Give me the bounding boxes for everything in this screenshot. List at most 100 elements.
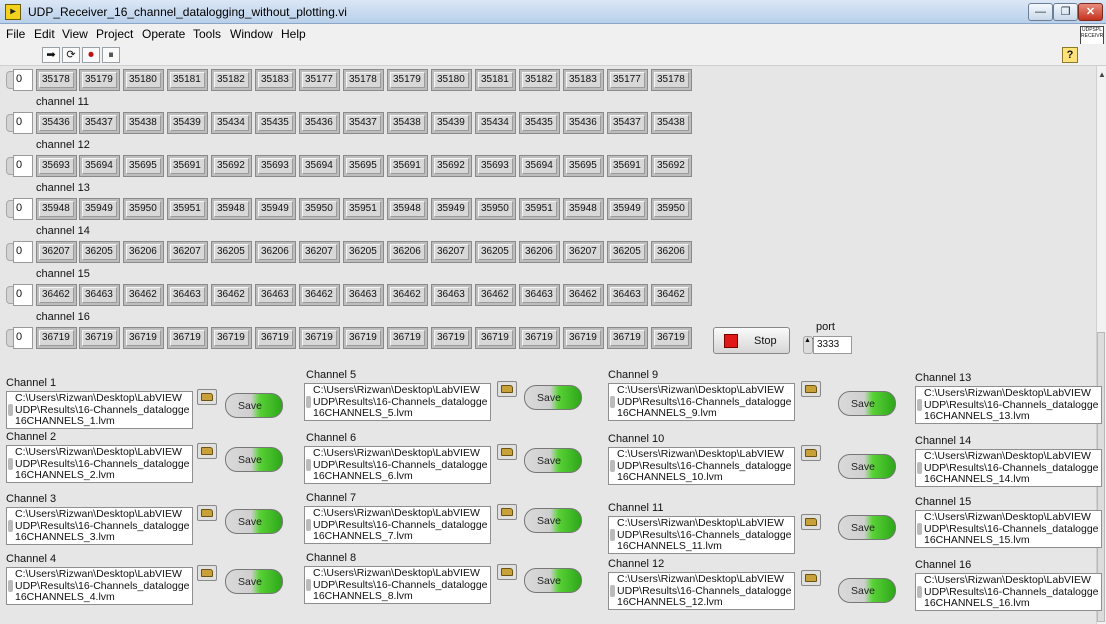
path-scroll-handle[interactable] [306, 579, 311, 591]
menu-edit[interactable]: Edit [34, 27, 55, 41]
file-path-input[interactable]: C:\Users\Rizwan\Desktop\LabVIEW UDP\Resul… [6, 567, 193, 605]
path-scroll-handle[interactable] [610, 529, 615, 541]
path-scroll-handle[interactable] [8, 404, 13, 416]
save-button[interactable]: Save [225, 569, 283, 594]
menu-window[interactable]: Window [230, 27, 273, 41]
browse-folder-button[interactable] [801, 445, 821, 461]
close-button[interactable]: ✕ [1078, 3, 1103, 21]
browse-folder-button[interactable] [801, 570, 821, 586]
file-path-label: Channel 12 [608, 558, 665, 570]
path-scroll-handle[interactable] [610, 396, 615, 408]
path-scroll-handle[interactable] [8, 580, 13, 592]
run-arrow-icon[interactable]: ➡ [42, 47, 60, 63]
array-element-value: 35183 [566, 72, 601, 88]
array-element-value: 36206 [522, 244, 557, 260]
array-index-input[interactable]: 0 [13, 327, 33, 349]
browse-folder-button[interactable] [197, 505, 217, 521]
file-path-input[interactable]: C:\Users\Rizwan\Desktop\LabVIEW UDP\Resul… [6, 507, 193, 545]
file-path-input[interactable]: C:\Users\Rizwan\Desktop\LabVIEW UDP\Resul… [304, 446, 491, 484]
save-button[interactable]: Save [524, 385, 582, 410]
array-element: 35951 [167, 198, 208, 220]
save-button[interactable]: Save [838, 391, 896, 416]
menu-help[interactable]: Help [281, 27, 306, 41]
path-scroll-handle[interactable] [917, 462, 922, 474]
menu-view[interactable]: View [62, 27, 88, 41]
port-increment-icon[interactable]: ▲▼ [803, 336, 818, 354]
browse-folder-button[interactable] [497, 381, 517, 397]
path-scroll-handle[interactable] [917, 399, 922, 411]
file-path-text: C:\Users\Rizwan\Desktop\LabVIEW [617, 574, 784, 585]
browse-folder-button[interactable] [801, 514, 821, 530]
menu-operate[interactable]: Operate [142, 27, 185, 41]
save-button-label: Save [238, 576, 262, 588]
save-button[interactable]: Save [524, 508, 582, 533]
menu-file[interactable]: File [6, 27, 25, 41]
file-path-input[interactable]: C:\Users\Rizwan\Desktop\LabVIEW UDP\Resul… [304, 383, 491, 421]
path-scroll-handle[interactable] [306, 519, 311, 531]
path-scroll-handle[interactable] [306, 459, 311, 471]
browse-folder-button[interactable] [497, 564, 517, 580]
file-path-input[interactable]: C:\Users\Rizwan\Desktop\LabVIEW UDP\Resul… [608, 516, 795, 554]
save-button[interactable]: Save [838, 515, 896, 540]
path-scroll-handle[interactable] [8, 520, 13, 532]
array-index-input[interactable]: 0 [13, 155, 33, 177]
array-element-value: 35178 [654, 72, 689, 88]
array-index-input[interactable]: 0 [13, 112, 33, 134]
array-index-input[interactable]: 0 [13, 198, 33, 220]
file-path-input[interactable]: C:\Users\Rizwan\Desktop\LabVIEW UDP\Resul… [915, 449, 1102, 487]
path-scroll-handle[interactable] [610, 460, 615, 472]
array-index-input[interactable]: 0 [13, 241, 33, 263]
path-scroll-handle[interactable] [917, 523, 922, 535]
file-path-input[interactable]: C:\Users\Rizwan\Desktop\LabVIEW UDP\Resul… [608, 572, 795, 610]
browse-folder-button[interactable] [497, 444, 517, 460]
array-element: 35693 [36, 155, 77, 177]
array-element: 35950 [123, 198, 164, 220]
path-scroll-handle[interactable] [917, 586, 922, 598]
stop-button[interactable]: Stop [713, 327, 790, 354]
browse-folder-button[interactable] [197, 389, 217, 405]
file-path-label: Channel 11 [608, 502, 664, 514]
browse-folder-button[interactable] [801, 381, 821, 397]
save-button[interactable]: Save [524, 568, 582, 593]
file-path-input[interactable]: C:\Users\Rizwan\Desktop\LabVIEW UDP\Resul… [608, 383, 795, 421]
array-element-value: 36719 [522, 330, 557, 346]
path-scroll-handle[interactable] [306, 396, 311, 408]
maximize-button[interactable]: ❐ [1053, 3, 1078, 21]
array-element: 36462 [475, 284, 516, 306]
context-help-icon[interactable]: ? [1062, 47, 1078, 63]
save-button[interactable]: Save [524, 448, 582, 473]
save-button[interactable]: Save [225, 509, 283, 534]
file-path-input[interactable]: C:\Users\Rizwan\Desktop\LabVIEW UDP\Resul… [304, 566, 491, 604]
file-path-input[interactable]: C:\Users\Rizwan\Desktop\LabVIEW UDP\Resul… [608, 447, 795, 485]
array-index-input[interactable]: 0 [13, 69, 33, 91]
file-path-input[interactable]: C:\Users\Rizwan\Desktop\LabVIEW UDP\Resul… [6, 391, 193, 429]
file-path-text: 16CHANNELS_12.lvm [617, 597, 723, 608]
save-button[interactable]: Save [225, 393, 283, 418]
file-path-input[interactable]: C:\Users\Rizwan\Desktop\LabVIEW UDP\Resul… [915, 386, 1102, 424]
array-element: 36719 [36, 327, 77, 349]
file-path-input[interactable]: C:\Users\Rizwan\Desktop\LabVIEW UDP\Resul… [915, 573, 1102, 611]
browse-folder-button[interactable] [197, 443, 217, 459]
menu-project[interactable]: Project [96, 27, 133, 41]
path-scroll-handle[interactable] [8, 458, 13, 470]
browse-folder-button[interactable] [497, 504, 517, 520]
file-path-text: UDP\Results\16-Channels_datalogged\ [15, 520, 189, 532]
folder-icon [501, 568, 513, 576]
file-path-input[interactable]: C:\Users\Rizwan\Desktop\LabVIEW UDP\Resul… [6, 445, 193, 483]
run-continuously-icon[interactable]: ⟳ [62, 47, 80, 63]
save-button[interactable]: Save [225, 447, 283, 472]
menu-tools[interactable]: Tools [193, 27, 221, 41]
pause-icon[interactable]: ⏸ [102, 47, 120, 63]
abort-execution-icon[interactable]: ⏺ [82, 47, 100, 63]
array-element: 35948 [211, 198, 252, 220]
array-index-input[interactable]: 0 [13, 284, 33, 306]
browse-folder-button[interactable] [197, 565, 217, 581]
file-path-input[interactable]: C:\Users\Rizwan\Desktop\LabVIEW UDP\Resul… [915, 510, 1102, 548]
port-input[interactable]: 3333 [813, 336, 852, 354]
path-scroll-handle[interactable] [610, 585, 615, 597]
minimize-button[interactable]: — [1028, 3, 1053, 21]
save-button[interactable]: Save [838, 578, 896, 603]
file-path-input[interactable]: C:\Users\Rizwan\Desktop\LabVIEW UDP\Resul… [304, 506, 491, 544]
scroll-up-arrow-icon[interactable]: ▲ [1098, 70, 1106, 79]
save-button[interactable]: Save [838, 454, 896, 479]
